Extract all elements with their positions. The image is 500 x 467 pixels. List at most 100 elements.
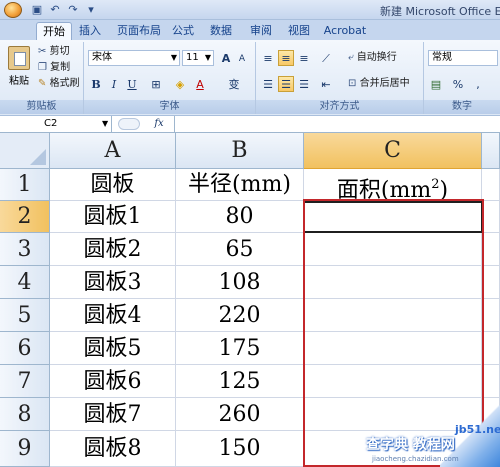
bold-button[interactable]: B bbox=[88, 76, 104, 92]
paste-button[interactable]: 粘贴 bbox=[6, 46, 32, 96]
cell-b3[interactable]: 65 bbox=[176, 233, 304, 266]
column-header-c[interactable]: C bbox=[304, 133, 482, 169]
alignment-group: ≡ ≡ ≡ ⟋ ⤶ 自动换行 ☰ ☰ ☰ ⇤ ⊡ 合并后居中 对齐方式 bbox=[256, 42, 424, 114]
align-top-icon[interactable]: ≡ bbox=[260, 50, 276, 66]
align-left-icon[interactable]: ☰ bbox=[260, 76, 276, 92]
align-right-icon[interactable]: ☰ bbox=[296, 76, 312, 92]
cell-c6[interactable] bbox=[304, 332, 482, 365]
cell-b2[interactable]: 80 bbox=[176, 201, 304, 233]
cell-c2[interactable] bbox=[304, 201, 482, 233]
tab-home[interactable]: 开始 bbox=[36, 22, 72, 40]
formula-cancel-icon[interactable] bbox=[118, 118, 140, 130]
tab-page-layout[interactable]: 页面布局 bbox=[112, 22, 166, 40]
row-header-6[interactable]: 6 bbox=[0, 332, 50, 365]
cell-a7[interactable]: 圆板6 bbox=[50, 365, 176, 398]
chevron-down-icon: ▼ bbox=[170, 53, 177, 62]
format-painter-button[interactable]: ✎ 格式刷 bbox=[38, 76, 80, 92]
cell-d2[interactable] bbox=[482, 201, 500, 233]
cell-a1[interactable]: 圆板 bbox=[50, 169, 176, 201]
name-box-dropdown-icon[interactable]: ▼ bbox=[102, 116, 112, 132]
copy-button[interactable]: ❐ 复制 bbox=[38, 60, 70, 76]
number-format-select[interactable]: 常规 bbox=[428, 50, 498, 66]
undo-icon[interactable]: ↶ bbox=[48, 3, 62, 17]
tab-data[interactable]: 数据 bbox=[206, 22, 236, 40]
row-header-5[interactable]: 5 bbox=[0, 299, 50, 332]
align-middle-icon[interactable]: ≡ bbox=[278, 50, 294, 66]
tab-acrobat[interactable]: Acrobat bbox=[322, 22, 368, 40]
row-header-7[interactable]: 7 bbox=[0, 365, 50, 398]
cell-a9[interactable]: 圆板8 bbox=[50, 431, 176, 467]
formula-input[interactable] bbox=[174, 116, 500, 132]
cell-b8[interactable]: 260 bbox=[176, 398, 304, 431]
cell-a3[interactable]: 圆板2 bbox=[50, 233, 176, 266]
cell-d4[interactable] bbox=[482, 266, 500, 299]
cell-d7[interactable] bbox=[482, 365, 500, 398]
save-icon[interactable]: ▣ bbox=[30, 3, 44, 17]
phonetic-button[interactable]: 变 bbox=[222, 76, 246, 92]
row-header-9[interactable]: 9 bbox=[0, 431, 50, 467]
cell-c1[interactable]: 面积(mm2) bbox=[304, 169, 482, 203]
cell-d5[interactable] bbox=[482, 299, 500, 332]
select-all-corner[interactable] bbox=[0, 133, 50, 169]
tab-formulas[interactable]: 公式 bbox=[168, 22, 198, 40]
italic-button[interactable]: I bbox=[106, 76, 122, 92]
cell-a6[interactable]: 圆板5 bbox=[50, 332, 176, 365]
decrease-indent-icon[interactable]: ⇤ bbox=[318, 76, 334, 92]
spreadsheet-grid: A B C 1 圆板 半径(mm) 面积(mm2) 2 圆板1 80 3 圆板2 65 4 圆板3 10… bbox=[0, 133, 500, 467]
wrap-text-button[interactable]: ⤶ 自动换行 bbox=[348, 50, 397, 66]
cell-a8[interactable]: 圆板7 bbox=[50, 398, 176, 431]
cell-c4[interactable] bbox=[304, 266, 482, 299]
redo-icon[interactable]: ↷ bbox=[66, 3, 80, 17]
cell-a5[interactable]: 圆板4 bbox=[50, 299, 176, 332]
cell-a2[interactable]: 圆板1 bbox=[50, 201, 176, 233]
align-bottom-icon[interactable]: ≡ bbox=[296, 50, 312, 66]
name-box[interactable]: C2 bbox=[0, 116, 112, 132]
tab-view[interactable]: 视图 bbox=[284, 22, 314, 40]
cell-c5[interactable] bbox=[304, 299, 482, 332]
brush-icon: ✎ bbox=[38, 78, 47, 89]
font-color-button[interactable]: A bbox=[192, 76, 208, 92]
percent-button[interactable]: % bbox=[450, 76, 466, 92]
align-center-icon[interactable]: ☰ bbox=[278, 76, 294, 92]
fill-color-icon[interactable]: ◈ bbox=[172, 76, 188, 92]
paste-label: 粘贴 bbox=[9, 76, 29, 87]
orientation-icon[interactable]: ⟋ bbox=[318, 50, 334, 66]
office-button[interactable] bbox=[4, 2, 22, 18]
row-header-8[interactable]: 8 bbox=[0, 398, 50, 431]
merge-center-button[interactable]: ⊡ 合并后居中 bbox=[348, 76, 410, 92]
row-header-4[interactable]: 4 bbox=[0, 266, 50, 299]
customize-icon[interactable]: ▾ bbox=[84, 3, 98, 17]
row-header-1[interactable]: 1 bbox=[0, 169, 50, 201]
cell-d1[interactable] bbox=[482, 169, 500, 201]
grow-font-button[interactable]: A bbox=[218, 50, 234, 66]
cell-c7[interactable] bbox=[304, 365, 482, 398]
ribbon: 粘贴 ✂ 剪切 ❐ 复制 ✎ 格式刷 剪贴板 宋体 ▼ 11 ▼ A A B I… bbox=[0, 40, 500, 116]
tab-insert[interactable]: 插入 bbox=[74, 22, 106, 40]
cell-d6[interactable] bbox=[482, 332, 500, 365]
column-header-a[interactable]: A bbox=[50, 133, 176, 169]
cell-b4[interactable]: 108 bbox=[176, 266, 304, 299]
cell-a4[interactable]: 圆板3 bbox=[50, 266, 176, 299]
column-header-d[interactable] bbox=[482, 133, 500, 169]
cell-d3[interactable] bbox=[482, 233, 500, 266]
cell-b1[interactable]: 半径(mm) bbox=[176, 169, 304, 201]
cut-button[interactable]: ✂ 剪切 bbox=[38, 44, 70, 60]
underline-button[interactable]: U bbox=[124, 76, 140, 92]
font-size-select[interactable]: 11 ▼ bbox=[182, 50, 214, 66]
clipboard-icon bbox=[8, 46, 30, 70]
cell-b9[interactable]: 150 bbox=[176, 431, 304, 467]
cell-b6[interactable]: 175 bbox=[176, 332, 304, 365]
shrink-font-button[interactable]: A bbox=[234, 50, 250, 66]
cell-c3[interactable] bbox=[304, 233, 482, 266]
borders-icon[interactable]: ⊞ bbox=[148, 76, 164, 92]
row-header-2[interactable]: 2 bbox=[0, 201, 50, 233]
row-header-3[interactable]: 3 bbox=[0, 233, 50, 266]
font-name-select[interactable]: 宋体 ▼ bbox=[88, 50, 180, 66]
comma-icon[interactable]: , bbox=[470, 76, 486, 92]
insert-function-button[interactable]: fx bbox=[146, 116, 172, 132]
currency-icon[interactable]: ▤ bbox=[428, 76, 444, 92]
cell-b7[interactable]: 125 bbox=[176, 365, 304, 398]
cell-b5[interactable]: 220 bbox=[176, 299, 304, 332]
tab-review[interactable]: 审阅 bbox=[246, 22, 276, 40]
column-header-b[interactable]: B bbox=[176, 133, 304, 169]
